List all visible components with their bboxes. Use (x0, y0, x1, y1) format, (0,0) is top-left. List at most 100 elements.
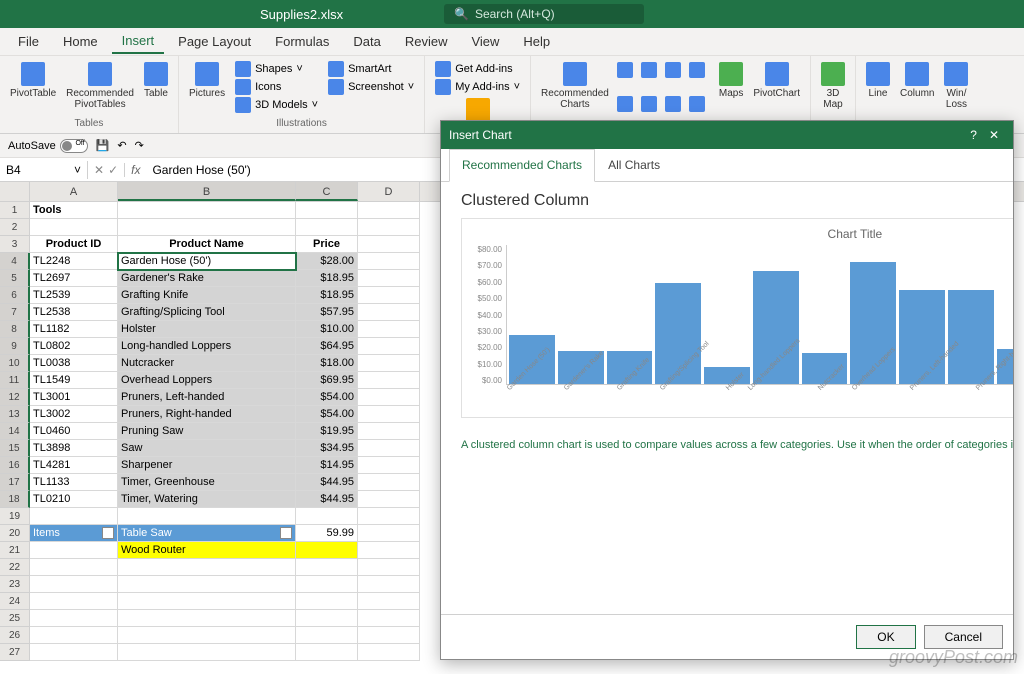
pictures-button[interactable]: Pictures (185, 60, 229, 116)
cell[interactable] (30, 610, 118, 627)
cell[interactable] (296, 202, 358, 219)
tab-pagelayout[interactable]: Page Layout (168, 30, 261, 53)
undo-icon[interactable]: ↶ (117, 139, 126, 152)
cell[interactable] (358, 355, 420, 372)
cell[interactable]: Table Saw▾ (118, 525, 296, 542)
get-addins-button[interactable]: Get Add-ins (431, 60, 524, 78)
cell[interactable] (358, 406, 420, 423)
cell[interactable] (358, 202, 420, 219)
tab-all-charts[interactable]: All Charts (595, 149, 673, 181)
cell[interactable] (118, 559, 296, 576)
cell[interactable] (358, 270, 420, 287)
cell[interactable] (358, 321, 420, 338)
row-header[interactable]: 11 (0, 372, 30, 389)
tab-home[interactable]: Home (53, 30, 108, 53)
row-header[interactable]: 18 (0, 491, 30, 508)
cell[interactable]: Pruners, Left-handed (118, 389, 296, 406)
cell[interactable]: $34.95 (296, 440, 358, 457)
cell[interactable]: $44.95 (296, 474, 358, 491)
row-header[interactable]: 16 (0, 457, 30, 474)
cell[interactable] (30, 593, 118, 610)
cell[interactable] (358, 559, 420, 576)
recommended-charts-button[interactable]: Recommended Charts (537, 60, 613, 129)
cell[interactable] (358, 287, 420, 304)
save-icon[interactable]: 💾 (96, 139, 110, 152)
cell[interactable]: Saw (118, 440, 296, 457)
accept-formula-icon[interactable]: ✓ (108, 163, 118, 177)
cell[interactable]: Tools (30, 202, 118, 219)
cell[interactable]: Grafting/Splicing Tool (118, 304, 296, 321)
cell[interactable] (30, 219, 118, 236)
cell[interactable] (358, 304, 420, 321)
stock-chart-icon[interactable] (665, 96, 681, 112)
cell[interactable]: $28.00 (296, 253, 358, 270)
row-header[interactable]: 14 (0, 423, 30, 440)
cell[interactable] (358, 474, 420, 491)
cell[interactable] (296, 627, 358, 644)
cell[interactable]: TL3002 (30, 406, 118, 423)
row-header[interactable]: 6 (0, 287, 30, 304)
close-button[interactable]: ✕ (983, 128, 1005, 142)
maps-button[interactable]: Maps (715, 60, 747, 129)
row-header[interactable]: 17 (0, 474, 30, 491)
tab-review[interactable]: Review (395, 30, 458, 53)
tab-formulas[interactable]: Formulas (265, 30, 339, 53)
smartart-button[interactable]: SmartArt (324, 60, 418, 78)
cell[interactable] (296, 508, 358, 525)
cell[interactable] (358, 542, 420, 559)
redo-icon[interactable]: ↷ (135, 139, 144, 152)
cell[interactable]: TL1182 (30, 321, 118, 338)
cell[interactable]: TL4281 (30, 457, 118, 474)
column-header-c[interactable]: C (296, 182, 358, 201)
cell[interactable]: Wood Router (118, 542, 296, 559)
cell[interactable]: Price (296, 236, 358, 253)
cell[interactable] (358, 508, 420, 525)
table-button[interactable]: Table (140, 60, 172, 116)
row-header[interactable]: 26 (0, 627, 30, 644)
cell[interactable] (118, 202, 296, 219)
cell[interactable]: Product Name (118, 236, 296, 253)
cell[interactable] (30, 576, 118, 593)
cell[interactable]: TL0802 (30, 338, 118, 355)
autosave-toggle[interactable]: AutoSave Off (8, 139, 88, 153)
row-header[interactable]: 1 (0, 202, 30, 219)
cell[interactable]: Grafting Knife (118, 287, 296, 304)
row-header[interactable]: 25 (0, 610, 30, 627)
cell[interactable] (358, 253, 420, 270)
tab-view[interactable]: View (461, 30, 509, 53)
cell[interactable] (118, 593, 296, 610)
cell[interactable] (358, 423, 420, 440)
cancel-formula-icon[interactable]: ✕ (94, 163, 104, 177)
cell[interactable]: TL2538 (30, 304, 118, 321)
pivotchart-button[interactable]: PivotChart (749, 60, 804, 129)
cell[interactable]: $19.95 (296, 423, 358, 440)
row-header[interactable]: 2 (0, 219, 30, 236)
ok-button[interactable]: OK (856, 625, 915, 649)
area-chart-icon[interactable] (617, 96, 633, 112)
tab-recommended-charts[interactable]: Recommended Charts (449, 149, 595, 182)
cell[interactable]: $64.95 (296, 338, 358, 355)
row-header[interactable]: 7 (0, 304, 30, 321)
cell[interactable]: Timer, Greenhouse (118, 474, 296, 491)
tab-data[interactable]: Data (343, 30, 390, 53)
tab-help[interactable]: Help (513, 30, 560, 53)
select-all-corner[interactable] (0, 182, 30, 201)
sparkline-winloss-button[interactable]: Win/ Loss (940, 60, 972, 129)
cell[interactable] (30, 542, 118, 559)
cell[interactable]: $18.95 (296, 287, 358, 304)
cell[interactable]: Nutcracker (118, 355, 296, 372)
sparkline-line-button[interactable]: Line (862, 60, 894, 129)
icons-button[interactable]: Icons (231, 78, 322, 96)
cell[interactable]: $10.00 (296, 321, 358, 338)
cell[interactable]: $18.95 (296, 270, 358, 287)
bar-chart-icon[interactable] (689, 62, 705, 78)
cell[interactable] (296, 644, 358, 661)
help-button[interactable]: ? (964, 128, 983, 142)
cell[interactable]: Product ID (30, 236, 118, 253)
screenshot-button[interactable]: Screenshot ˅ (324, 78, 418, 96)
row-header[interactable]: 21 (0, 542, 30, 559)
cell[interactable] (358, 610, 420, 627)
search-box[interactable]: 🔍 Search (Alt+Q) (444, 4, 644, 24)
cell[interactable]: $14.95 (296, 457, 358, 474)
cell[interactable]: Overhead Loppers (118, 372, 296, 389)
